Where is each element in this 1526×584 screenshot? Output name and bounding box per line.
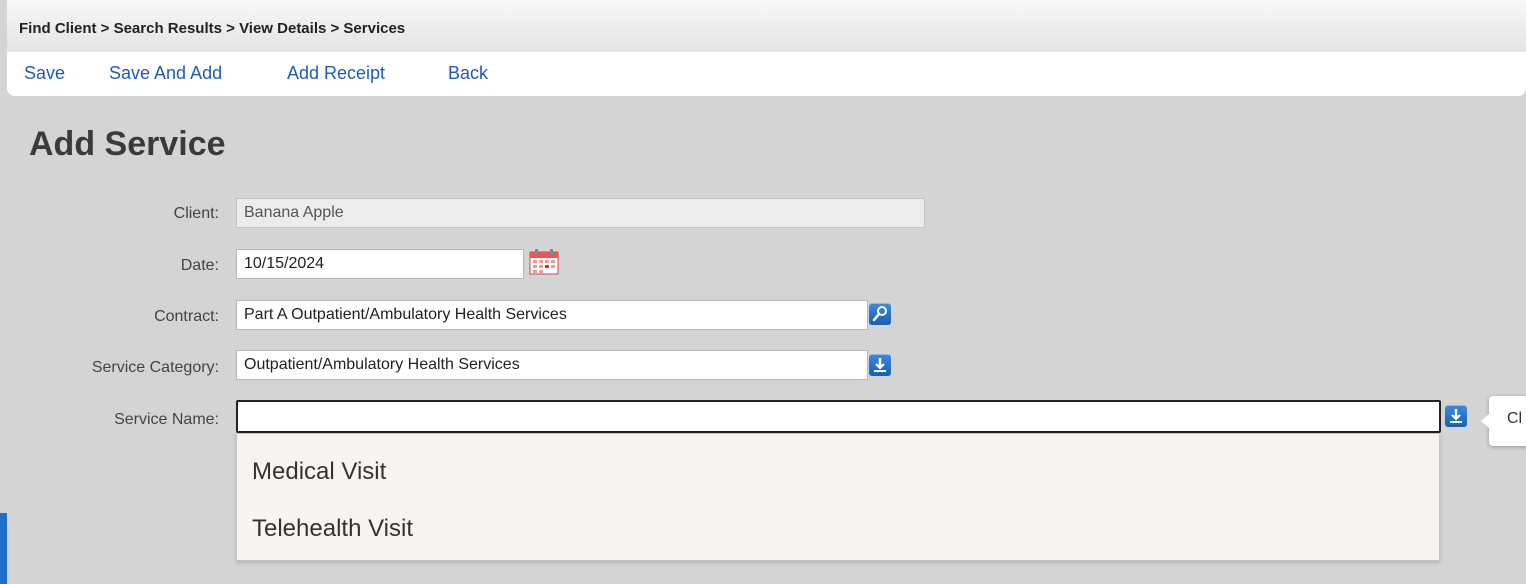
client-field [236, 198, 925, 228]
left-accent-bar [0, 513, 7, 584]
service-category-label: Service Category: [91, 359, 219, 376]
toolbar: Save Save And Add Add Receipt Back [7, 52, 1526, 96]
breadcrumb-bar: Find Client > Search Results > View Deta… [7, 0, 1526, 53]
download-arrow-icon[interactable] [869, 354, 891, 376]
calendar-icon[interactable] [529, 249, 559, 275]
tooltip-text: Cl [1507, 410, 1523, 427]
breadcrumb: Find Client > Search Results > View Deta… [19, 20, 406, 37]
add-receipt-link[interactable]: Add Receipt [287, 63, 385, 84]
left-strip [0, 0, 7, 584]
service-name-field[interactable] [236, 400, 1441, 433]
client-label: Client: [173, 205, 219, 222]
contract-field[interactable] [236, 300, 868, 330]
date-label: Date: [180, 257, 219, 274]
contract-label: Contract: [154, 308, 219, 325]
service-name-dropdown: Medical Visit Telehealth Visit [236, 433, 1440, 561]
page: Find Client > Search Results > View Deta… [0, 0, 1526, 584]
dropdown-option-medical-visit[interactable]: Medical Visit [252, 458, 386, 486]
search-icon[interactable] [869, 303, 891, 325]
save-and-add-link[interactable]: Save And Add [109, 63, 222, 84]
page-title: Add Service [29, 125, 226, 163]
tooltip: Cl [1481, 396, 1526, 446]
download-arrow-icon[interactable] [1445, 405, 1467, 427]
dropdown-option-telehealth-visit[interactable]: Telehealth Visit [252, 515, 413, 543]
date-field[interactable] [236, 249, 524, 279]
service-name-label: Service Name: [114, 411, 219, 428]
back-link[interactable]: Back [448, 63, 488, 84]
save-link[interactable]: Save [24, 63, 65, 84]
service-category-field[interactable] [236, 350, 868, 380]
